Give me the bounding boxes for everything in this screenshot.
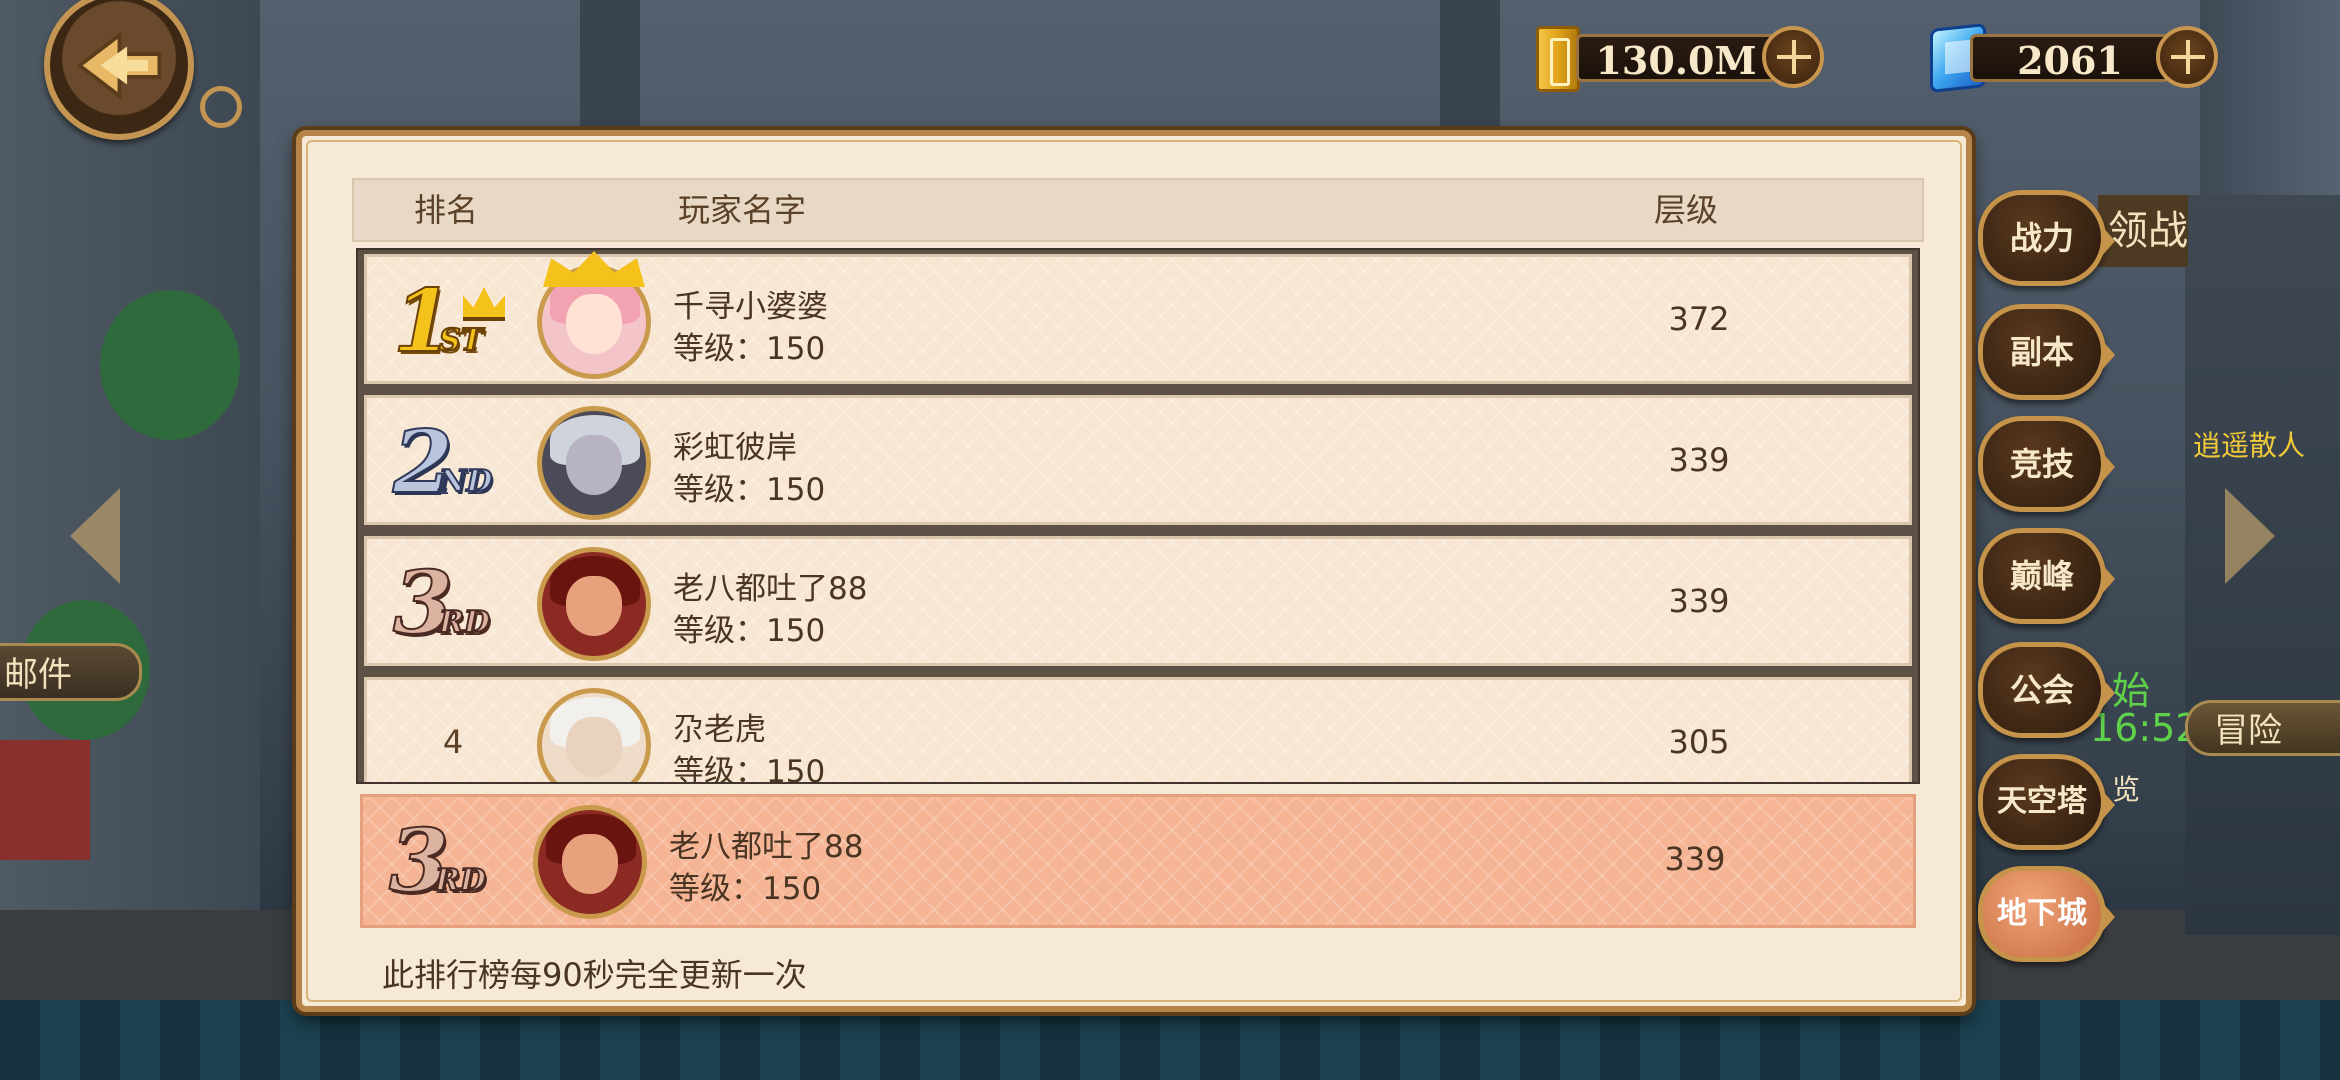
player-name: 彩虹彼岸	[673, 430, 797, 466]
crown-icon	[463, 287, 505, 321]
header-player-name: 玩家名字	[678, 191, 807, 229]
tab-underground-city[interactable]: 地下城	[1978, 866, 2115, 962]
rank-badge-silver: 2 ND	[392, 412, 493, 513]
update-note: 此排行榜每90秒完全更新一次	[382, 956, 807, 994]
player-level: 等级：150	[673, 472, 826, 508]
player-floor: 372	[1668, 300, 1730, 338]
table-header: 排名 玩家名字 层级	[352, 178, 1924, 242]
gold-currency: 130.0M	[1536, 26, 1826, 92]
player-name: 千寻小婆婆	[673, 289, 828, 325]
add-gold-button[interactable]	[1762, 26, 1824, 88]
table-row[interactable]: 3 RD 老八都吐了88 等级：150 339	[364, 536, 1912, 666]
player-level: 等级：150	[673, 754, 826, 784]
my-player-name: 老八都吐了88	[669, 829, 864, 865]
next-page-arrow[interactable]	[2225, 488, 2275, 584]
leaderboard-list[interactable]: 1 ST 千寻小婆婆 等级：150 372 2 ND 彩虹彼岸 等级：150 3…	[356, 248, 1920, 784]
header-rank: 排名	[414, 191, 479, 229]
tab-dungeon-instance[interactable]: 副本	[1978, 304, 2115, 400]
my-player-floor: 339	[1664, 840, 1726, 878]
player-floor: 339	[1668, 582, 1730, 620]
player-floor: 339	[1668, 441, 1730, 479]
player-level: 等级：150	[673, 613, 826, 649]
gold-bar-icon	[1536, 26, 1580, 92]
tab-guild[interactable]: 公会	[1978, 642, 2115, 738]
avatar[interactable]	[537, 406, 651, 520]
adventure-tag[interactable]: 冒险	[2185, 700, 2340, 756]
my-avatar[interactable]	[533, 805, 647, 919]
table-row[interactable]: 4 尕老虎 等级：150 305	[364, 677, 1912, 784]
tab-peak[interactable]: 巅峰	[1978, 528, 2115, 624]
tab-power[interactable]: 战力	[1978, 190, 2115, 286]
tab-sky-tower[interactable]: 天空塔	[1978, 754, 2115, 850]
player-name-tag: 逍遥散人	[2193, 429, 2306, 462]
player-floor: 305	[1668, 723, 1730, 761]
preview-text: 览	[2112, 773, 2141, 806]
gold-amount: 130.0M	[1576, 34, 1776, 83]
rank-badge-bronze: 3 RD	[388, 811, 487, 912]
rank-badge-bronze: 3 RD	[392, 553, 491, 654]
my-rank-row: 3 RD 老八都吐了88 等级：150 339	[360, 794, 1916, 928]
tab-arena[interactable]: 竞技	[1978, 416, 2115, 512]
gem-amount: 2061	[1970, 34, 2170, 83]
avatar[interactable]	[537, 688, 651, 782]
gem-currency: 2061	[1930, 23, 2220, 93]
player-name: 老八都吐了88	[673, 571, 868, 607]
player-level: 等级：150	[673, 331, 826, 367]
avatar[interactable]	[537, 547, 651, 661]
mail-tab[interactable]: 邮件	[0, 643, 142, 701]
compass-ring	[200, 86, 242, 128]
table-row[interactable]: 1 ST 千寻小婆婆 等级：150 372	[364, 251, 1912, 384]
rank-badge-gold: 1 ST	[392, 276, 513, 368]
prev-page-arrow[interactable]	[70, 488, 120, 584]
my-player-level: 等级：150	[669, 871, 822, 907]
player-name: 尕老虎	[673, 712, 766, 748]
avatar-crown-icon	[543, 251, 645, 287]
add-gem-button[interactable]	[2156, 26, 2218, 88]
back-arrow-icon	[76, 31, 162, 100]
table-row[interactable]: 2 ND 彩虹彼岸 等级：150 339	[364, 395, 1912, 525]
rank-number: 4	[442, 723, 464, 761]
header-floor: 层级	[1654, 191, 1719, 229]
leaderboard-panel: 排名 玩家名字 层级 1 ST 千寻小婆婆 等级：150 372 2 ND 彩虹…	[296, 130, 1972, 1012]
